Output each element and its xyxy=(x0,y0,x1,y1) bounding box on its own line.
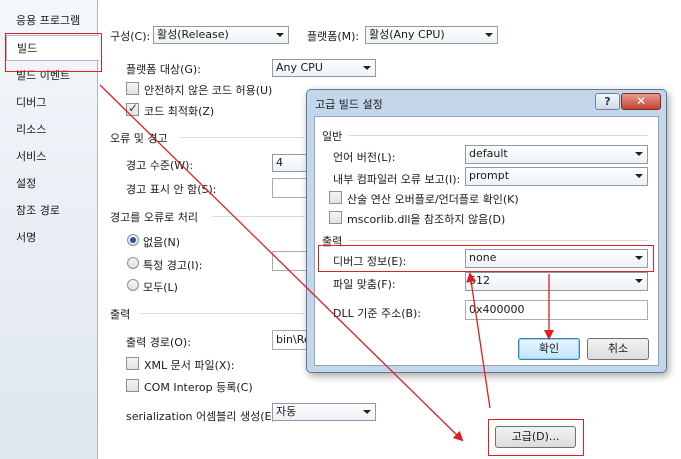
suppress-warnings-label: 경고 표시 안 함(S): xyxy=(126,183,217,196)
overflow-check-label: 산술 연산 오버플로/언더플로 확인(K) xyxy=(347,193,519,206)
serialization-combo[interactable]: 자동 xyxy=(272,403,376,421)
platform-value: 활성(Any CPU) xyxy=(369,28,445,41)
chevron-down-icon xyxy=(363,410,371,414)
chevron-down-icon xyxy=(485,33,493,37)
dialog-title: 고급 빌드 설정 xyxy=(315,98,383,111)
sidebar-item-settings[interactable]: 설정 xyxy=(6,171,98,197)
sidebar-item-label: 설정 xyxy=(16,177,37,190)
section-divider xyxy=(180,137,305,138)
sidebar-item-resources[interactable]: 리소스 xyxy=(6,117,98,143)
highlight-debug-info xyxy=(318,245,654,272)
close-icon: ✕ xyxy=(635,94,647,108)
unsafe-code-label: 안전하지 않은 코드 허용(U) xyxy=(144,84,273,97)
sidebar-item-signing[interactable]: 서명 xyxy=(6,225,98,251)
treat-warnings-none-radio[interactable] xyxy=(127,234,139,246)
chevron-down-icon xyxy=(276,33,284,37)
treat-warnings-specific-radio[interactable] xyxy=(127,257,139,269)
platform-target-value: Any CPU xyxy=(276,61,323,74)
warning-level-label: 경고 수준(W): xyxy=(126,159,194,172)
output-path-value: bin\Re xyxy=(276,333,308,346)
no-mscorlib-checkbox[interactable] xyxy=(329,211,342,224)
com-interop-checkbox[interactable] xyxy=(126,379,139,392)
chevron-down-icon xyxy=(635,152,643,156)
sidebar-item-application[interactable]: 응용 프로그램 xyxy=(6,8,98,34)
dll-base-input[interactable]: 0x400000 xyxy=(465,300,648,320)
lang-version-combo[interactable]: default xyxy=(465,145,648,164)
config-value: 활성(Release) xyxy=(157,28,229,41)
advanced-build-settings-dialog: 고급 빌드 설정 ? ✕ xyxy=(306,89,667,373)
unsafe-code-checkbox[interactable] xyxy=(126,82,139,95)
sidebar-item-services[interactable]: 서비스 xyxy=(6,144,98,170)
dll-base-value: 0x400000 xyxy=(469,303,525,316)
section-divider xyxy=(212,216,305,217)
sidebar-item-debug[interactable]: 디버그 xyxy=(6,90,98,116)
com-interop-label: COM Interop 등록(C) xyxy=(144,381,253,394)
file-align-label: 파일 맞춤(F): xyxy=(333,278,396,291)
cancel-button[interactable]: 취소 xyxy=(587,338,649,360)
output-section-title: 출력 xyxy=(110,308,131,321)
treat-warnings-section-title: 경고를 오류로 처리 xyxy=(110,211,198,224)
specific-warnings-input[interactable] xyxy=(272,251,308,271)
sidebar-item-label: 서명 xyxy=(16,231,37,244)
lang-version-value: default xyxy=(469,147,508,160)
internal-error-combo[interactable]: prompt xyxy=(465,167,648,186)
dll-base-label: DLL 기준 주소(B): xyxy=(333,307,422,320)
optimize-code-label: 코드 최적화(Z) xyxy=(144,105,215,118)
section-divider xyxy=(348,135,648,136)
warning-level-combo[interactable]: 4 xyxy=(272,154,308,172)
serialization-label: serialization 어셈블리 생성(E): xyxy=(126,410,280,423)
sidebar-item-label: 참조 경로 xyxy=(16,204,60,217)
no-mscorlib-label: mscorlib.dll을 참조하지 않음(D) xyxy=(347,213,506,226)
internal-error-value: prompt xyxy=(469,169,510,182)
chevron-down-icon xyxy=(635,279,643,283)
config-label: 구성(C): xyxy=(110,30,151,43)
close-button[interactable]: ✕ xyxy=(621,93,661,110)
platform-target-combo[interactable]: Any CPU xyxy=(272,59,376,77)
treat-warnings-specific-label: 특정 경고(I): xyxy=(143,259,203,272)
section-divider xyxy=(140,313,305,314)
platform-combo[interactable]: 활성(Any CPU) xyxy=(365,26,498,44)
highlight-advanced-button xyxy=(488,419,584,456)
output-path-input[interactable]: bin\Re xyxy=(272,330,308,350)
xml-doc-checkbox[interactable] xyxy=(126,357,139,370)
ok-button[interactable]: 확인 xyxy=(518,338,580,360)
sidebar-item-label: 리소스 xyxy=(16,123,47,136)
dialog-general-section-title: 일반 xyxy=(322,130,343,143)
sidebar-item-reference-paths[interactable]: 참조 경로 xyxy=(6,198,98,224)
serialization-value: 자동 xyxy=(276,405,297,418)
treat-warnings-all-label: 모두(L) xyxy=(143,281,178,294)
highlight-build-tab xyxy=(5,33,102,72)
sidebar-item-label: 서비스 xyxy=(16,150,47,163)
help-button[interactable]: ? xyxy=(595,93,620,110)
overflow-check-checkbox[interactable] xyxy=(329,191,342,204)
chevron-down-icon xyxy=(363,66,371,70)
lang-version-label: 언어 버전(L): xyxy=(333,151,396,164)
sidebar-item-label: 디버그 xyxy=(16,96,47,109)
optimize-code-checkbox[interactable] xyxy=(126,101,139,116)
errors-section-title: 오류 및 경고 xyxy=(110,132,168,145)
treat-warnings-all-radio[interactable] xyxy=(127,279,139,291)
file-align-value: 512 xyxy=(469,274,490,287)
suppress-warnings-input[interactable] xyxy=(272,178,308,198)
platform-target-label: 플랫폼 대상(G): xyxy=(126,63,201,76)
chevron-down-icon xyxy=(635,174,643,178)
output-path-label: 출력 경로(O): xyxy=(126,336,191,349)
platform-label: 플랫폼(M): xyxy=(307,30,360,43)
treat-warnings-none-label: 없음(N) xyxy=(143,236,181,249)
section-divider xyxy=(348,240,648,241)
file-align-combo[interactable]: 512 xyxy=(465,272,648,291)
help-icon: ? xyxy=(604,95,611,108)
internal-error-label: 내부 컴파일러 오류 보고(I): xyxy=(333,173,461,186)
warning-level-value: 4 xyxy=(276,156,283,169)
config-combo[interactable]: 활성(Release) xyxy=(153,26,289,44)
xml-doc-label: XML 문서 파일(X): xyxy=(144,359,235,372)
sidebar-item-label: 응용 프로그램 xyxy=(16,14,81,27)
